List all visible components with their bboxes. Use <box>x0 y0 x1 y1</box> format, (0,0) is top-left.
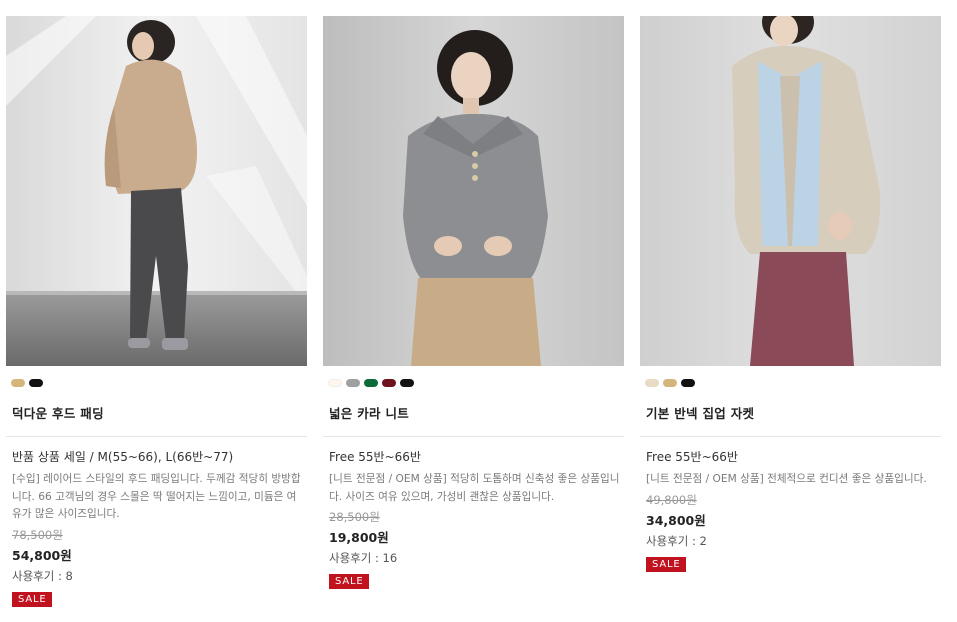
product-card: 덕다운 후드 패딩 반품 상품 세일 / M(55~66), L(66반~77)… <box>6 16 307 607</box>
review-count: 사용후기 : 8 <box>12 568 73 583</box>
product-card: 기본 반넥 집업 자켓 Free 55반~66반 [니트 전문점 / OEM 상… <box>640 16 941 572</box>
sale-badge: SALE <box>646 556 687 572</box>
product-name[interactable]: 기본 반넥 집업 자켓 <box>646 406 941 422</box>
color-swatch[interactable] <box>663 379 677 387</box>
sale-badge: SALE <box>329 574 370 589</box>
product-image-link[interactable] <box>640 16 941 366</box>
color-swatch[interactable] <box>400 379 414 387</box>
product-image-link[interactable] <box>6 16 307 366</box>
product-description: [니트 전문점 / OEM 상품] 적당히 도톰하며 신축성 좋은 상품입니다.… <box>329 473 620 503</box>
divider <box>640 436 941 437</box>
color-swatch[interactable] <box>645 379 659 387</box>
color-swatch[interactable] <box>328 379 342 387</box>
sale-price: 19,800원 <box>329 530 389 545</box>
product-photo <box>6 16 307 366</box>
product-name[interactable]: 넓은 카라 니트 <box>329 406 624 422</box>
original-price: 28,500원 <box>329 510 380 524</box>
color-swatch[interactable] <box>11 379 25 387</box>
color-swatch[interactable] <box>29 379 43 387</box>
color-swatch[interactable] <box>346 379 360 387</box>
product-photo <box>640 16 941 366</box>
original-price: 78,500원 <box>12 527 63 542</box>
product-card: 넓은 카라 니트 Free 55반~66반 [니트 전문점 / OEM 상품] … <box>323 16 624 589</box>
product-size: 반품 상품 세일 / M(55~66), L(66반~77) <box>12 450 234 464</box>
color-swatches <box>328 379 624 389</box>
product-description: [니트 전문점 / OEM 상품] 전체적으로 컨디션 좋은 상품입니다. <box>646 473 927 485</box>
product-image-link[interactable] <box>323 16 624 366</box>
sale-badge: SALE <box>12 591 53 607</box>
product-photo <box>323 16 624 366</box>
product-name[interactable]: 덕다운 후드 패딩 <box>12 406 307 422</box>
original-price: 49,800원 <box>646 492 697 507</box>
review-count: 사용후기 : 16 <box>329 551 398 565</box>
color-swatches <box>645 379 941 389</box>
divider <box>323 436 624 437</box>
product-size: Free 55반~66반 <box>646 450 738 464</box>
divider <box>6 436 307 437</box>
color-swatch[interactable] <box>382 379 396 387</box>
product-description: [수입] 레이어드 스타일의 후드 패딩입니다. 두께감 적당히 방방합니다. … <box>12 473 301 520</box>
product-size: Free 55반~66반 <box>329 450 421 464</box>
sale-price: 34,800원 <box>646 512 706 528</box>
sale-price: 54,800원 <box>12 547 72 563</box>
color-swatches <box>11 379 307 389</box>
color-swatch[interactable] <box>681 379 695 387</box>
review-count: 사용후기 : 2 <box>646 533 707 548</box>
color-swatch[interactable] <box>364 379 378 387</box>
